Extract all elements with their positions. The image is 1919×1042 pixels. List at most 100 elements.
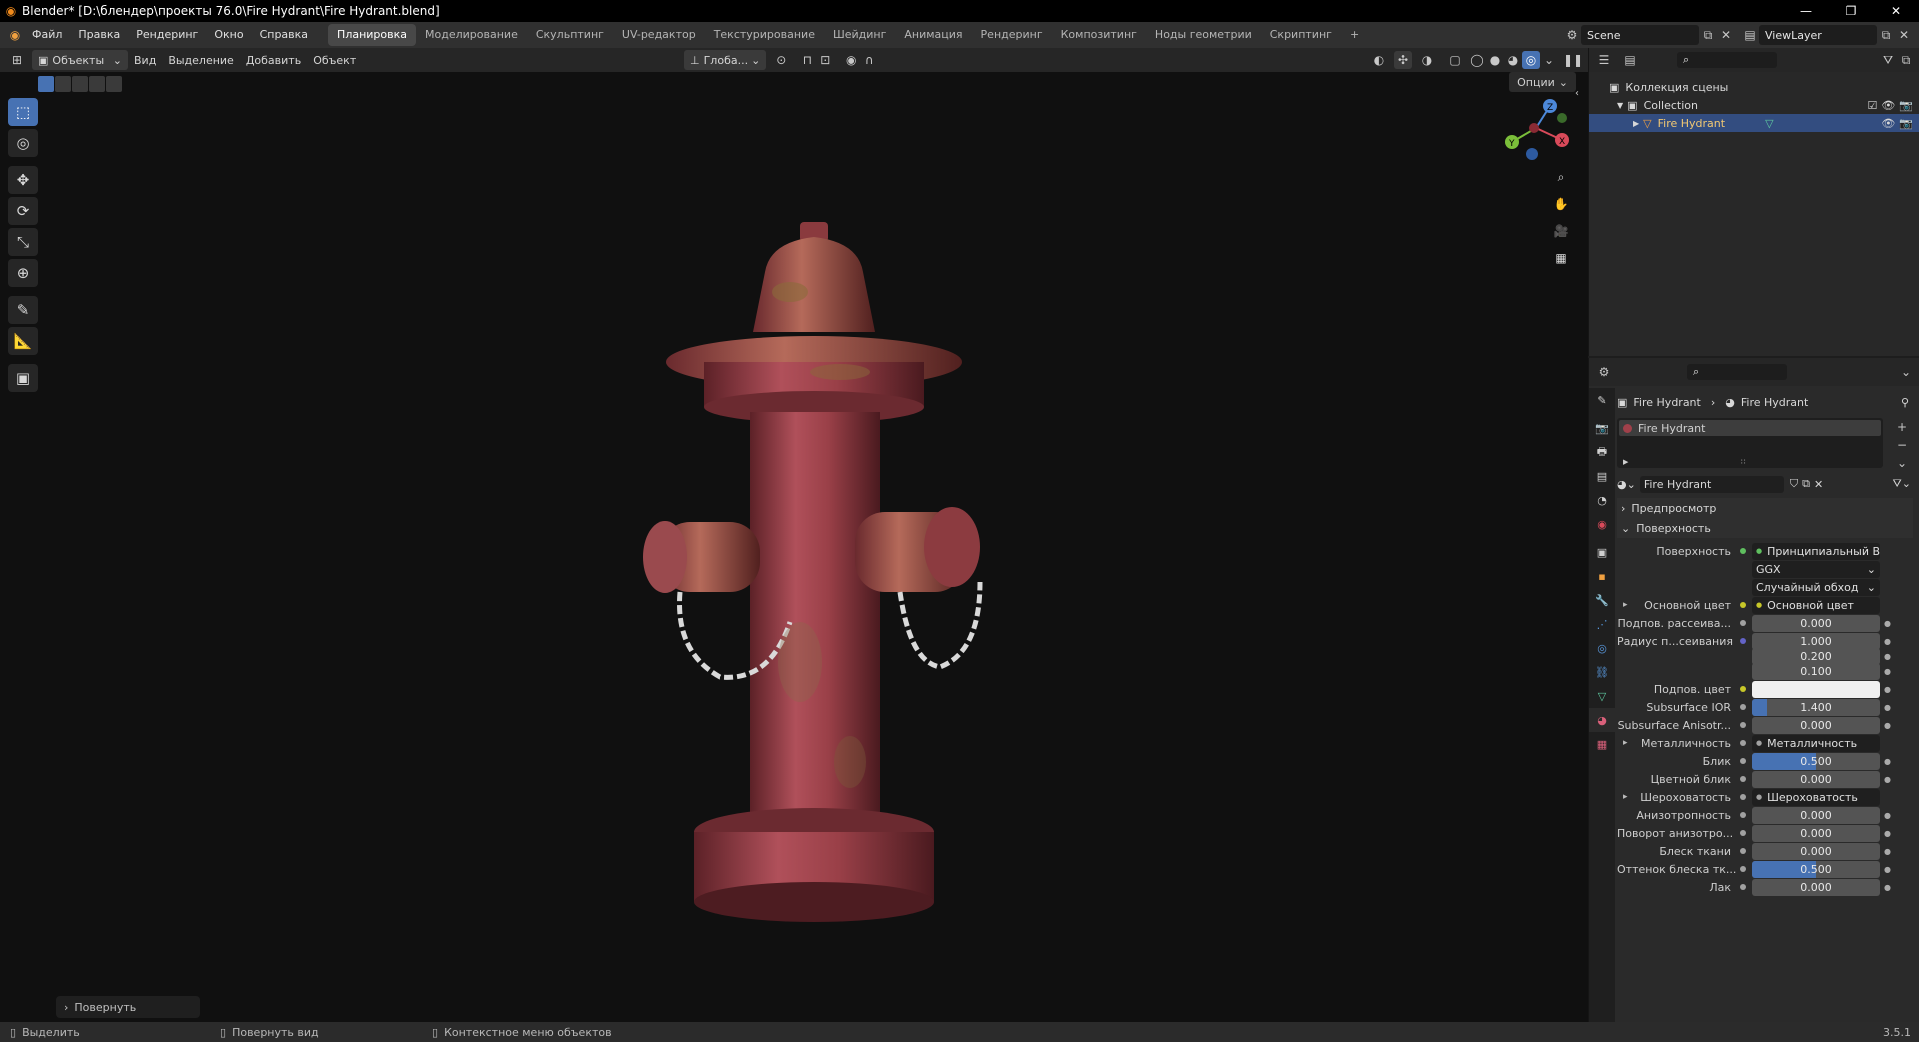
scene-field[interactable]: Scene	[1581, 25, 1699, 45]
menu-file[interactable]: Файл	[24, 22, 70, 48]
gizmo-toggle-icon[interactable]: ✣	[1394, 51, 1412, 69]
move-tool[interactable]: ✥	[8, 166, 38, 194]
tab-uv-editing[interactable]: UV-редактор	[613, 24, 705, 46]
outliner-row-scene-collection[interactable]: ▣ Коллекция сцены	[1589, 78, 1919, 96]
fake-user-shield-icon[interactable]: ⛉	[1790, 477, 1798, 491]
keyframe-dot-icon[interactable]: ●	[1884, 619, 1894, 628]
tab-shading[interactable]: Шейдинг	[824, 24, 895, 46]
add-slot-icon[interactable]: +	[1893, 418, 1911, 436]
socket-icon[interactable]	[1737, 545, 1749, 557]
options-dropdown[interactable]: Опции ⌄	[1509, 72, 1576, 92]
value-slider[interactable]: 0.000	[1752, 770, 1880, 788]
menu-select[interactable]: Выделение	[162, 50, 240, 70]
outliner-row-fire-hydrant[interactable]: ▶ ▽ Fire Hydrant ▽ 👁 📷	[1589, 114, 1919, 132]
xray-icon[interactable]: ▢	[1446, 51, 1464, 69]
socket-icon[interactable]	[1737, 683, 1749, 695]
keyframe-dot-icon[interactable]: ●	[1884, 703, 1894, 712]
outliner-row-collection[interactable]: ▼ ▣ Collection ☑ 👁 📷	[1589, 96, 1919, 114]
camera-view-icon[interactable]: 🎥	[1552, 222, 1570, 240]
unlink-material-icon[interactable]: ✕	[1814, 478, 1823, 491]
gizmo-neg-z[interactable]	[1526, 148, 1538, 160]
socket-icon[interactable]	[1737, 635, 1749, 647]
tab-collection[interactable]: ▣	[1589, 540, 1615, 564]
value-slider[interactable]: 0.000	[1752, 824, 1880, 842]
view-layer-field[interactable]: ViewLayer	[1759, 25, 1877, 45]
menu-help[interactable]: Справка	[252, 22, 316, 48]
close-button[interactable]: ✕	[1875, 0, 1917, 22]
socket-icon[interactable]	[1737, 581, 1749, 593]
new-scene-icon[interactable]: ⧉	[1699, 26, 1717, 44]
eye-icon[interactable]: 👁	[1881, 99, 1895, 112]
duplicate-material-icon[interactable]: ⧉	[1802, 477, 1810, 491]
material-browse-icon[interactable]: ◕⌄	[1617, 478, 1636, 491]
enum-dropdown[interactable]: Случайный обход ⌄	[1752, 578, 1880, 596]
navigation-gizmo[interactable]: X Y Z	[1498, 92, 1578, 162]
new-view-layer-icon[interactable]: ⧉	[1877, 26, 1895, 44]
shading-options-icon[interactable]: ⌄	[1540, 51, 1558, 69]
view-layer-icon[interactable]: ▤	[1741, 26, 1759, 44]
value-slider[interactable]: 0.100	[1752, 662, 1880, 680]
select-subtract-icon[interactable]	[72, 76, 88, 92]
value-slider[interactable]: 0.500	[1752, 752, 1880, 770]
filter-icon[interactable]: ⛛	[1879, 51, 1897, 69]
tab-view-layer[interactable]: ▤	[1589, 464, 1615, 488]
zoom-icon[interactable]: ⌕	[1552, 168, 1570, 186]
slot-menu-icon[interactable]: ⌄	[1893, 454, 1911, 472]
tab-compositing[interactable]: Композитинг	[1052, 24, 1146, 46]
snap-target-icon[interactable]: ⊡	[816, 51, 834, 69]
checkbox-icon[interactable]: ☑	[1867, 99, 1877, 112]
select-extend-icon[interactable]	[55, 76, 71, 92]
measure-tool[interactable]: 📐	[8, 327, 38, 355]
options-chevron-icon[interactable]: ⌄	[1897, 363, 1915, 381]
value-slider[interactable]: 0.000	[1752, 806, 1880, 824]
delete-view-layer-icon[interactable]: ✕	[1895, 26, 1913, 44]
tab-output[interactable]: 🖶	[1589, 440, 1615, 464]
menu-edit[interactable]: Правка	[70, 22, 128, 48]
gizmo-neg-y[interactable]	[1557, 113, 1567, 123]
socket-icon[interactable]	[1737, 719, 1749, 731]
tab-object-data[interactable]: ▽	[1589, 684, 1615, 708]
value-slider[interactable]: 0.000	[1752, 614, 1880, 632]
keyframe-dot-icon[interactable]: ●	[1884, 811, 1894, 820]
menu-object[interactable]: Объект	[307, 50, 362, 70]
panel-preview-header[interactable]: › Предпросмотр	[1617, 498, 1913, 518]
tab-layout[interactable]: Планировка	[328, 24, 417, 46]
annotate-tool[interactable]: ✎	[8, 296, 38, 324]
socket-icon[interactable]	[1737, 773, 1749, 785]
tab-scripting[interactable]: Скриптинг	[1261, 24, 1341, 46]
material-slot-list[interactable]: Fire Hydrant ▶ ∷	[1617, 418, 1883, 468]
socket-icon[interactable]	[1737, 737, 1749, 749]
tab-modeling[interactable]: Моделирование	[416, 24, 527, 46]
solid-shading-icon[interactable]: ●	[1486, 51, 1504, 69]
socket-icon[interactable]	[1737, 755, 1749, 767]
display-mode-icon[interactable]: ▤	[1621, 51, 1639, 69]
keyframe-dot-icon[interactable]: ●	[1884, 883, 1894, 892]
tab-geometry-nodes[interactable]: Ноды геометрии	[1146, 24, 1261, 46]
material-name-field[interactable]: Fire Hydrant	[1639, 475, 1784, 493]
value-slider[interactable]: 0.500	[1752, 860, 1880, 878]
render-camera-icon[interactable]: 📷	[1899, 99, 1913, 112]
keyframe-dot-icon[interactable]: ●	[1884, 637, 1894, 646]
scene-icon[interactable]: ⚙	[1563, 26, 1581, 44]
tab-physics[interactable]: ◎	[1589, 636, 1615, 660]
wireframe-shading-icon[interactable]: ◯	[1468, 51, 1486, 69]
overlays-icon[interactable]: ◑	[1418, 51, 1436, 69]
socket-icon[interactable]	[1737, 665, 1749, 677]
transform-tool[interactable]: ⊕	[8, 259, 38, 287]
remove-slot-icon[interactable]: −	[1893, 436, 1911, 454]
last-operator-panel[interactable]: › Повернуть	[56, 996, 200, 1018]
orientation-dropdown[interactable]: ⊥ Глоба... ⌄	[684, 50, 767, 70]
value-slider[interactable]: 0.000	[1752, 878, 1880, 896]
value-slider[interactable]: 0.000	[1752, 716, 1880, 734]
socket-icon[interactable]	[1737, 863, 1749, 875]
expand-arrow-icon[interactable]: ▸	[1623, 792, 1628, 802]
expand-arrow-icon[interactable]: ▶	[1623, 458, 1628, 466]
socket-icon[interactable]	[1737, 809, 1749, 821]
3d-viewport[interactable]: Опции ⌄ ⬚ ◎ ✥ ⟳ ⤡ ⊕ ✎ 📐 ▣ X Y Z ⌕ ✋ 🎥 ▦ …	[0, 72, 1588, 1022]
add-cube-tool[interactable]: ▣	[8, 364, 38, 392]
menu-add[interactable]: Добавить	[240, 50, 307, 70]
socket-icon[interactable]	[1737, 845, 1749, 857]
add-workspace-button[interactable]: +	[1341, 24, 1368, 46]
rotate-tool[interactable]: ⟳	[8, 197, 38, 225]
blender-menu-icon[interactable]: ◉	[6, 26, 24, 44]
